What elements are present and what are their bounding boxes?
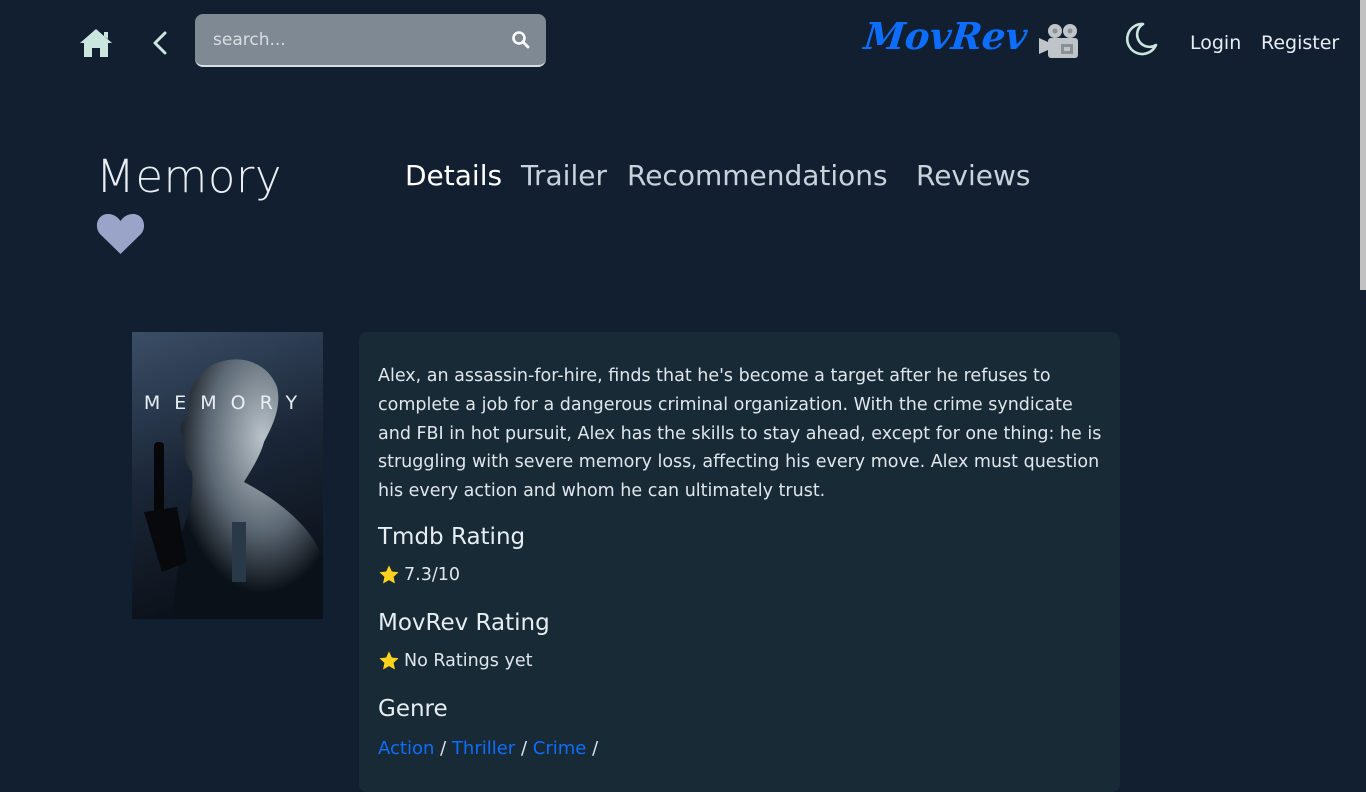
moon-icon[interactable]	[1123, 21, 1159, 57]
chevron-left-icon[interactable]	[150, 30, 170, 56]
movrev-rating: No Ratings yet	[378, 650, 532, 672]
genre-separator: /	[520, 738, 528, 759]
star-icon	[379, 565, 399, 584]
search-input[interactable]	[211, 26, 495, 54]
genre-list: Action / Thriller / Crime /	[378, 738, 598, 759]
tab-recommendations[interactable]: Recommendations	[627, 159, 888, 192]
tab-details[interactable]: Details	[405, 159, 502, 192]
movie-title: Memory	[96, 150, 283, 203]
heart-icon[interactable]	[96, 212, 145, 255]
scrollbar-thumb[interactable]	[1360, 0, 1366, 290]
search-icon[interactable]	[511, 30, 531, 50]
register-link[interactable]: Register	[1261, 32, 1339, 54]
genre-heading: Genre	[378, 696, 448, 722]
tmdb-rating-value: 7.3/10	[404, 565, 460, 585]
genre-link-thriller[interactable]: Thriller	[452, 738, 515, 759]
movie-overview: Alex, an assassin-for-hire, finds that h…	[378, 366, 1102, 502]
genre-link-action[interactable]: Action	[378, 738, 434, 759]
brand-logo[interactable]: MovRev	[861, 14, 1030, 62]
tmdb-rating-heading: Tmdb Rating	[378, 524, 526, 550]
login-link[interactable]: Login	[1190, 32, 1241, 54]
movie-poster: MEMORY	[132, 332, 323, 619]
tab-trailer[interactable]: Trailer	[521, 159, 607, 192]
genre-separator: /	[592, 738, 599, 759]
details-card: Alex, an assassin-for-hire, finds that h…	[359, 332, 1120, 792]
scrollbar[interactable]	[1360, 0, 1366, 768]
tmdb-rating: 7.3/10	[378, 564, 460, 586]
search-bar	[195, 14, 546, 67]
movrev-rating-value: No Ratings yet	[404, 651, 533, 671]
poster-title-text: MEMORY	[143, 392, 312, 414]
genre-link-crime[interactable]: Crime	[533, 738, 587, 759]
home-icon[interactable]	[78, 27, 114, 59]
movie-camera-icon	[1039, 24, 1078, 58]
tab-reviews[interactable]: Reviews	[916, 159, 1031, 192]
poster-artwork	[144, 359, 323, 619]
star-icon	[379, 651, 399, 670]
movrev-rating-heading: MovRev Rating	[378, 610, 550, 636]
genre-separator: /	[440, 738, 447, 759]
